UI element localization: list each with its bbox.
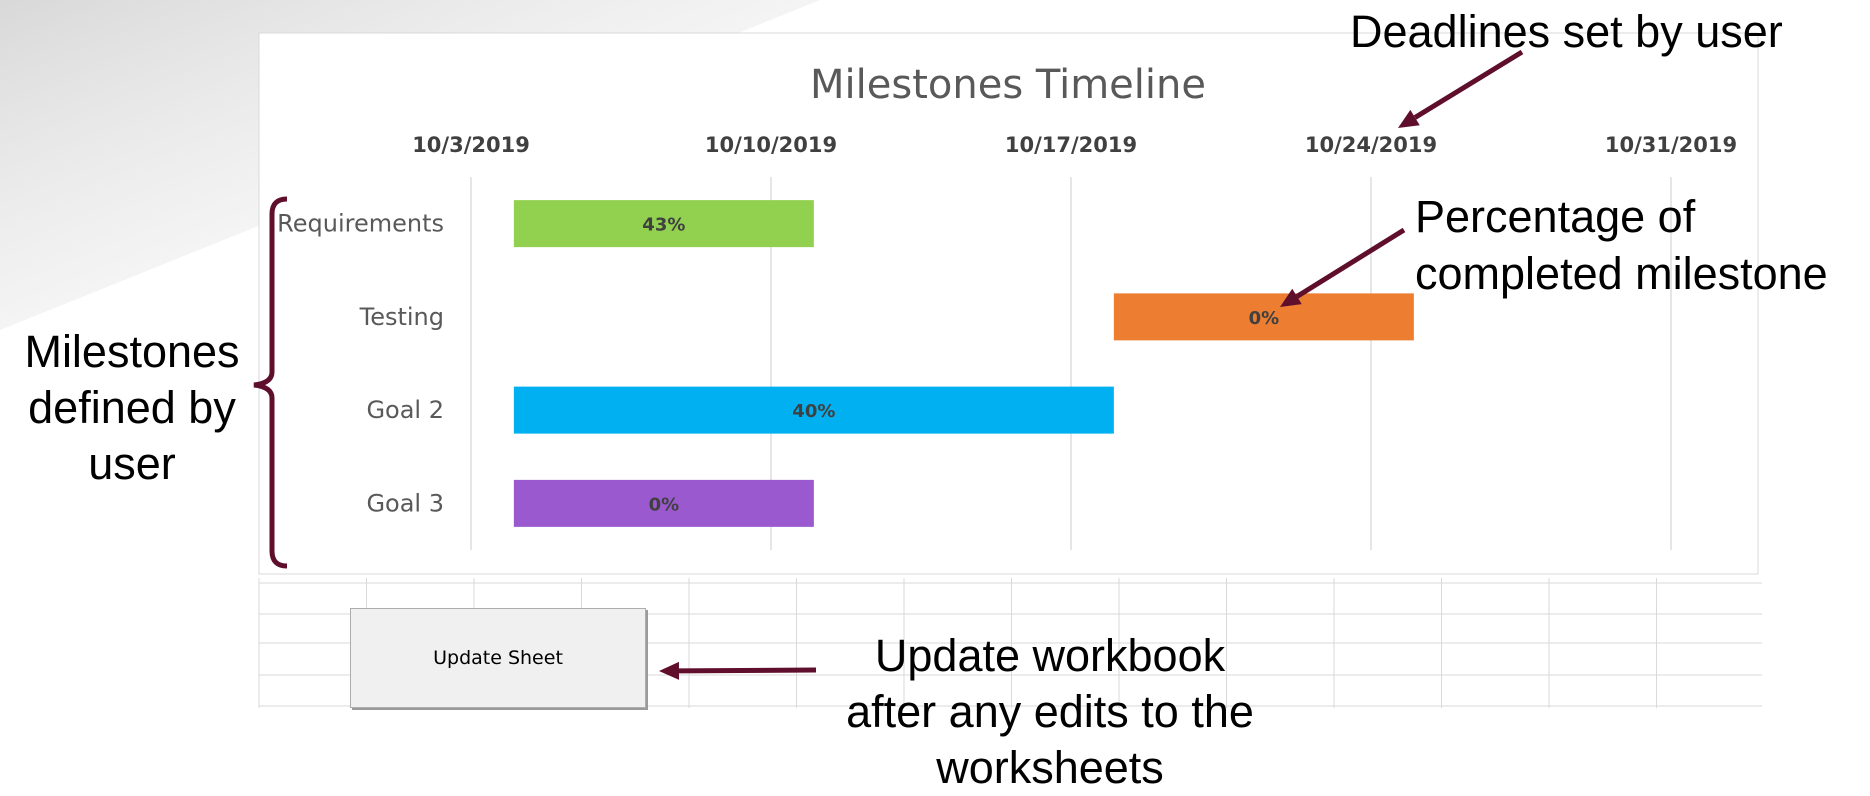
chart-area <box>258 32 1759 575</box>
callout-update-line-1: Update workbook <box>874 630 1226 681</box>
category-label: Testing <box>359 303 444 331</box>
callout-update: Update workbook after any edits to the w… <box>780 628 1320 796</box>
category-label: Goal 2 <box>366 396 444 424</box>
category-label: Goal 3 <box>366 489 444 517</box>
x-tick-label: 10/3/2019 <box>412 133 530 157</box>
callout-percentage-line-2: completed milestone <box>1415 248 1828 299</box>
x-tick-label: 10/24/2019 <box>1305 133 1437 157</box>
bar-data-label: 0% <box>649 494 680 515</box>
bar-data-label: 43% <box>642 215 685 236</box>
chart-title: Milestones Timeline <box>810 62 1206 108</box>
callout-deadlines-text: Deadlines set by user <box>1350 6 1783 57</box>
category-label: Requirements <box>277 210 444 238</box>
callout-milestones: Milestones defined by user <box>0 324 264 492</box>
callout-milestones-line-3: user <box>88 438 176 489</box>
callout-percentage: Percentage of completed milestone <box>1415 188 1828 302</box>
callout-milestones-line-2: defined by <box>28 382 236 433</box>
callout-percentage-line-1: Percentage of <box>1415 191 1696 242</box>
bar-data-label: 40% <box>792 401 835 422</box>
callout-deadlines: Deadlines set by user <box>1350 4 1783 60</box>
bar-data-label: 0% <box>1249 308 1280 329</box>
x-tick-label: 10/10/2019 <box>705 133 837 157</box>
callout-update-line-2: after any edits to the <box>846 686 1254 737</box>
x-tick-label: 10/31/2019 <box>1605 133 1737 157</box>
x-tick-label: 10/17/2019 <box>1005 133 1137 157</box>
callout-milestones-line-1: Milestones <box>24 326 240 377</box>
callout-update-line-3: worksheets <box>936 742 1164 793</box>
update-sheet-button[interactable]: Update Sheet <box>350 608 646 708</box>
